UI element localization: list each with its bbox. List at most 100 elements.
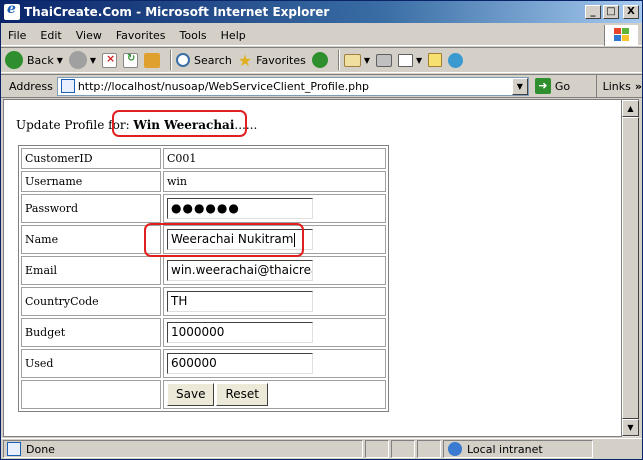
- links-button[interactable]: Links »: [595, 75, 642, 97]
- favorites-label: Favorites: [256, 53, 306, 67]
- stop-button[interactable]: ×: [102, 49, 118, 71]
- budget-field[interactable]: 1000000: [167, 322, 313, 343]
- menu-tools[interactable]: Tools: [173, 29, 214, 42]
- countrycode-cell: TH: [163, 287, 386, 316]
- table-row: CustomerID C001: [21, 148, 386, 169]
- page-done-icon: [7, 442, 21, 456]
- address-dropdown-button[interactable]: ▼: [511, 77, 528, 95]
- go-arrow-icon: ➜: [534, 78, 551, 94]
- table-row: Save Reset: [21, 380, 386, 409]
- empty-cell: [21, 380, 161, 409]
- favorites-button[interactable]: ★ Favorites: [238, 49, 306, 71]
- close-button[interactable]: X: [623, 5, 639, 19]
- print-button[interactable]: [376, 49, 393, 71]
- links-label: Links: [602, 79, 631, 93]
- table-row: Email win.weerachai@thaicrea: [21, 256, 386, 285]
- scroll-up-button[interactable]: ▲: [622, 100, 639, 117]
- countrycode-field[interactable]: TH: [167, 291, 313, 312]
- search-label: Search: [194, 53, 232, 67]
- menu-favorites[interactable]: Favorites: [109, 29, 173, 42]
- go-label: Go: [554, 79, 571, 93]
- chevron-down-icon: ▼: [363, 55, 371, 65]
- discuss-button[interactable]: [428, 49, 443, 71]
- status-bar: Done Local intranet: [1, 438, 642, 459]
- name-label: Name: [21, 225, 161, 254]
- media-button[interactable]: [311, 49, 328, 71]
- forward-button[interactable]: ▼: [68, 49, 97, 71]
- countrycode-label: CountryCode: [21, 287, 161, 316]
- budget-label: Budget: [21, 318, 161, 347]
- menu-view[interactable]: View: [69, 29, 109, 42]
- password-label: Password: [21, 194, 161, 223]
- used-label: Used: [21, 349, 161, 378]
- messenger-icon: [448, 52, 464, 68]
- home-icon: [144, 52, 161, 68]
- search-button[interactable]: Search: [176, 49, 232, 71]
- scroll-down-button[interactable]: ▼: [622, 419, 639, 436]
- table-row: Used 600000: [21, 349, 386, 378]
- vertical-scrollbar[interactable]: ▲ ▼: [622, 99, 639, 437]
- zone-text: Local intranet: [467, 442, 543, 456]
- table-row: Password ●●●●●●: [21, 194, 386, 223]
- address-url[interactable]: http://localhost/nusoap/WebServiceClient…: [78, 80, 512, 93]
- save-button[interactable]: Save: [167, 383, 215, 406]
- back-label: Back: [27, 53, 54, 67]
- print-icon: [376, 53, 393, 67]
- intranet-globe-icon: [448, 442, 462, 456]
- table-row: Budget 1000000: [21, 318, 386, 347]
- profile-form-table: CustomerID C001 Username win Password ●●…: [18, 145, 389, 412]
- status-segment: [365, 440, 389, 458]
- password-cell: ●●●●●●: [163, 194, 386, 223]
- internet-explorer-icon: [4, 1, 20, 20]
- email-field[interactable]: win.weerachai@thaicrea: [167, 260, 313, 281]
- page-icon: [60, 79, 75, 93]
- window-title: ThaiCreate.Com - Microsoft Internet Expl…: [24, 5, 330, 19]
- buttons-cell: Save Reset: [163, 380, 386, 409]
- note-icon: [428, 53, 443, 67]
- page-content: Update Profile for: Win Weerachai...... …: [3, 99, 622, 437]
- standard-toolbar: Back ▼ ▼ × ↻ Search ★ Favorites ▼ ▼: [1, 47, 642, 73]
- star-icon: ★: [237, 50, 253, 70]
- chevron-down-icon: ▼: [89, 55, 97, 65]
- budget-cell: 1000000: [163, 318, 386, 347]
- menu-bar: File Edit View Favorites Tools Help: [1, 25, 642, 46]
- back-button[interactable]: Back ▼: [5, 49, 63, 71]
- used-cell: 600000: [163, 349, 386, 378]
- scroll-thumb[interactable]: [622, 117, 639, 419]
- title-bar[interactable]: ThaiCreate.Com - Microsoft Internet Expl…: [1, 1, 642, 23]
- menu-edit[interactable]: Edit: [33, 29, 68, 42]
- username-label: Username: [21, 171, 161, 192]
- search-icon: [176, 53, 191, 67]
- menu-help[interactable]: Help: [214, 29, 253, 42]
- address-input[interactable]: http://localhost/nusoap/WebServiceClient…: [56, 76, 529, 96]
- table-row: CountryCode TH: [21, 287, 386, 316]
- menu-file[interactable]: File: [1, 29, 33, 42]
- messenger-button[interactable]: [448, 49, 464, 71]
- home-button[interactable]: [144, 49, 161, 71]
- toolbar-separator: [337, 50, 340, 70]
- password-field[interactable]: ●●●●●●: [167, 198, 313, 219]
- maximize-button[interactable]: □: [603, 5, 619, 19]
- status-main: Done: [3, 440, 363, 458]
- address-bar: Address http://localhost/nusoap/WebServi…: [1, 74, 642, 98]
- reset-button[interactable]: Reset: [216, 383, 268, 406]
- email-label: Email: [21, 256, 161, 285]
- email-cell: win.weerachai@thaicrea: [163, 256, 386, 285]
- highlight-heading-name: [112, 110, 247, 137]
- edit-icon: [398, 53, 414, 67]
- minimize-button[interactable]: _: [585, 5, 601, 19]
- go-button[interactable]: ➜ Go: [534, 78, 571, 94]
- refresh-button[interactable]: ↻: [123, 49, 139, 71]
- chevron-down-icon: ▼: [416, 55, 423, 65]
- status-segment: [417, 440, 441, 458]
- status-text: Done: [26, 442, 55, 456]
- address-label: Address: [9, 79, 53, 93]
- forward-arrow-icon: [68, 51, 87, 69]
- used-field[interactable]: 600000: [167, 353, 313, 374]
- status-zone: Local intranet: [443, 440, 593, 458]
- mail-button[interactable]: ▼: [343, 49, 371, 71]
- edit-button[interactable]: ▼: [398, 49, 422, 71]
- media-icon: [311, 52, 328, 68]
- mail-icon: [343, 53, 361, 67]
- customerid-label: CustomerID: [21, 148, 161, 169]
